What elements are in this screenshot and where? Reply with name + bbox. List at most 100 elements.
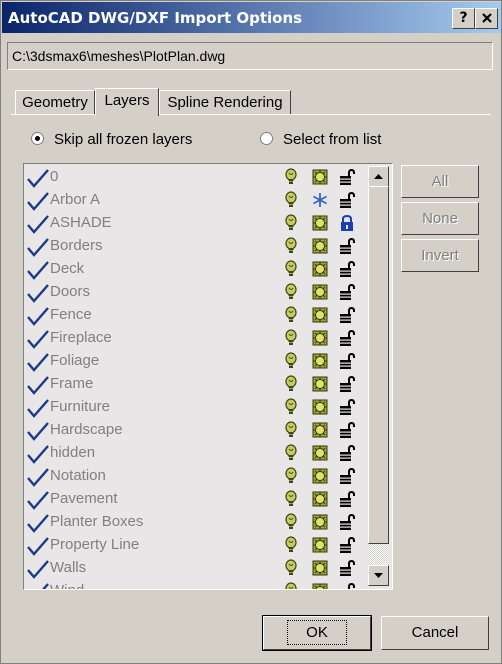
layer-row[interactable]: Planter Boxes <box>24 511 369 534</box>
layer-row[interactable]: Doors <box>24 281 369 304</box>
unlock-icon[interactable] <box>338 260 356 278</box>
lightbulb-icon[interactable] <box>282 444 300 462</box>
checkmark-icon[interactable] <box>26 513 50 533</box>
layer-row[interactable]: Deck <box>24 258 369 281</box>
unlock-icon[interactable] <box>338 444 356 462</box>
layer-row[interactable]: Frame <box>24 373 369 396</box>
ok-button[interactable]: OK <box>262 615 372 651</box>
layer-row[interactable]: hidden <box>24 442 369 465</box>
tab-spline-rendering[interactable]: Spline Rendering <box>159 90 291 114</box>
tab-layers[interactable]: Layers <box>95 88 159 116</box>
tab-geometry[interactable]: Geometry <box>15 90 95 114</box>
lightbulb-icon[interactable] <box>282 513 300 531</box>
unlock-icon[interactable] <box>338 191 356 209</box>
sun-icon[interactable] <box>311 375 329 393</box>
unlock-icon[interactable] <box>338 237 356 255</box>
lightbulb-icon[interactable] <box>282 237 300 255</box>
checkmark-icon[interactable] <box>26 352 50 372</box>
sun-icon[interactable] <box>311 260 329 278</box>
lightbulb-icon[interactable] <box>282 214 300 232</box>
layer-row[interactable]: Foliage <box>24 350 369 373</box>
sun-icon[interactable] <box>311 536 329 554</box>
lightbulb-icon[interactable] <box>282 352 300 370</box>
lightbulb-icon[interactable] <box>282 398 300 416</box>
lightbulb-icon[interactable] <box>282 536 300 554</box>
snowflake-icon[interactable] <box>311 191 329 209</box>
lightbulb-icon[interactable] <box>282 191 300 209</box>
layer-row[interactable]: Arbor A <box>24 189 369 212</box>
layer-row[interactable]: Property Line <box>24 534 369 557</box>
lightbulb-icon[interactable] <box>282 467 300 485</box>
sun-icon[interactable] <box>311 513 329 531</box>
checkmark-icon[interactable] <box>26 237 50 257</box>
checkmark-icon[interactable] <box>26 191 50 211</box>
title-bar[interactable]: AutoCAD DWG/DXF Import Options ? <box>2 2 501 33</box>
select-from-list-option[interactable]: Select from list <box>260 131 381 148</box>
checkmark-icon[interactable] <box>26 559 50 579</box>
sun-icon[interactable] <box>311 237 329 255</box>
cancel-button[interactable]: Cancel <box>381 616 489 650</box>
layer-row[interactable]: Wind <box>24 580 369 589</box>
unlock-icon[interactable] <box>338 467 356 485</box>
lightbulb-icon[interactable] <box>282 168 300 186</box>
layer-row[interactable]: Walls <box>24 557 369 580</box>
layer-row[interactable]: Hardscape <box>24 419 369 442</box>
checkmark-icon[interactable] <box>26 283 50 303</box>
sun-icon[interactable] <box>311 421 329 439</box>
layer-row[interactable]: Notation <box>24 465 369 488</box>
sun-icon[interactable] <box>311 582 329 589</box>
sun-icon[interactable] <box>311 444 329 462</box>
checkmark-icon[interactable] <box>26 536 50 556</box>
unlock-icon[interactable] <box>338 582 356 589</box>
scroll-thumb[interactable] <box>368 186 389 544</box>
sun-icon[interactable] <box>311 214 329 232</box>
unlock-icon[interactable] <box>338 536 356 554</box>
sun-icon[interactable] <box>311 352 329 370</box>
checkmark-icon[interactable] <box>26 582 50 589</box>
select-from-list-radio[interactable] <box>260 132 273 145</box>
lock-icon[interactable] <box>338 214 356 232</box>
checkmark-icon[interactable] <box>26 467 50 487</box>
sun-icon[interactable] <box>311 168 329 186</box>
layer-list-scrollbar[interactable] <box>368 165 389 586</box>
unlock-icon[interactable] <box>338 513 356 531</box>
sun-icon[interactable] <box>311 306 329 324</box>
sun-icon[interactable] <box>311 329 329 347</box>
layer-row[interactable]: Furniture <box>24 396 369 419</box>
unlock-icon[interactable] <box>338 375 356 393</box>
skip-frozen-radio[interactable] <box>31 132 44 145</box>
unlock-icon[interactable] <box>338 398 356 416</box>
unlock-icon[interactable] <box>338 283 356 301</box>
checkmark-icon[interactable] <box>26 444 50 464</box>
sun-icon[interactable] <box>311 559 329 577</box>
unlock-icon[interactable] <box>338 306 356 324</box>
checkmark-icon[interactable] <box>26 421 50 441</box>
close-button[interactable] <box>475 8 498 29</box>
lightbulb-icon[interactable] <box>282 421 300 439</box>
checkmark-icon[interactable] <box>26 214 50 234</box>
invert-button[interactable]: Invert <box>401 239 479 272</box>
sun-icon[interactable] <box>311 490 329 508</box>
skip-frozen-option[interactable]: Skip all frozen layers <box>31 131 192 148</box>
lightbulb-icon[interactable] <box>282 260 300 278</box>
checkmark-icon[interactable] <box>26 490 50 510</box>
sun-icon[interactable] <box>311 283 329 301</box>
checkmark-icon[interactable] <box>26 168 50 188</box>
layer-row[interactable]: Fireplace <box>24 327 369 350</box>
help-button[interactable]: ? <box>452 8 475 29</box>
layer-row[interactable]: Fence <box>24 304 369 327</box>
unlock-icon[interactable] <box>338 421 356 439</box>
lightbulb-icon[interactable] <box>282 375 300 393</box>
unlock-icon[interactable] <box>338 490 356 508</box>
layer-row[interactable]: Pavement <box>24 488 369 511</box>
checkmark-icon[interactable] <box>26 398 50 418</box>
sun-icon[interactable] <box>311 467 329 485</box>
checkmark-icon[interactable] <box>26 329 50 349</box>
checkmark-icon[interactable] <box>26 260 50 280</box>
lightbulb-icon[interactable] <box>282 329 300 347</box>
lightbulb-icon[interactable] <box>282 306 300 324</box>
lightbulb-icon[interactable] <box>282 490 300 508</box>
lightbulb-icon[interactable] <box>282 559 300 577</box>
lightbulb-icon[interactable] <box>282 283 300 301</box>
layer-row[interactable]: ASHADE <box>24 212 369 235</box>
